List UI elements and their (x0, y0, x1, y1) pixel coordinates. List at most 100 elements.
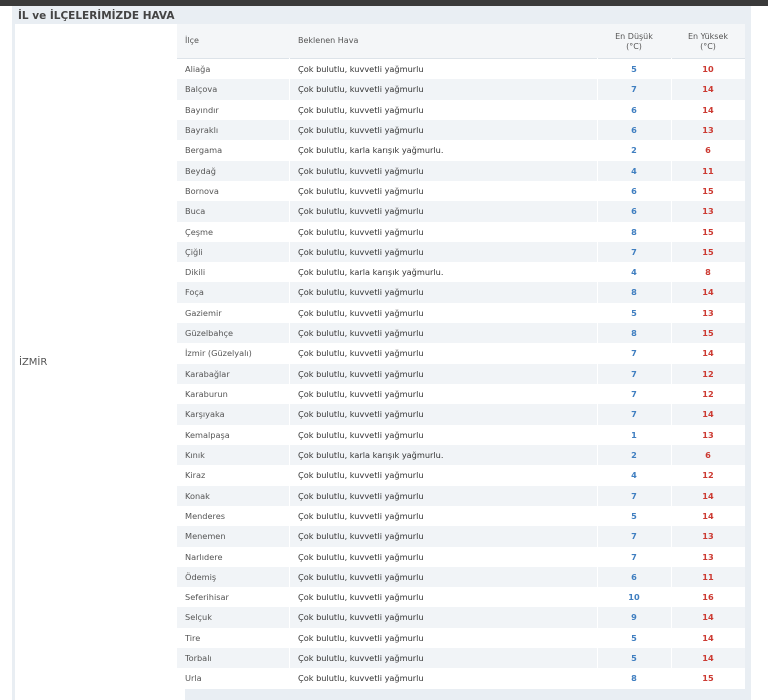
weather-cell: Çok bulutlu, kuvvetli yağmurlu (298, 104, 424, 115)
max-temp-cell: 12 (702, 368, 714, 379)
min-temp-cell: 1 (631, 429, 637, 440)
table-row: Kiraz Çok bulutlu, kuvvetli yağmurlu 4 12 (177, 465, 745, 486)
min-temp-cell: 7 (631, 389, 637, 399)
weather-cell: Çok bulutlu, kuvvetli yağmurlu (298, 632, 424, 643)
min-temp-cell: 2 (631, 449, 637, 460)
district-cell: Bergama (185, 145, 223, 156)
weather-cell: Çok bulutlu, kuvvetli yağmurlu (298, 531, 424, 542)
min-temp-cell: 4 (631, 267, 637, 278)
district-cell: Menderes (185, 510, 226, 521)
table-row: Dikili Çok bulutlu, karla karışık yağmurl… (177, 262, 745, 283)
table-row: Buca Çok bulutlu, kuvvetli yağmurlu 6 13 (177, 201, 745, 222)
min-temp-cell: 5 (631, 307, 637, 318)
table-row: Narlıdere Çok bulutlu, kuvvetli yağmurlu 7… (177, 546, 745, 567)
district-cell: Bayındır (185, 104, 219, 115)
max-temp-cell: 15 (702, 246, 714, 257)
min-temp-cell: 8 (631, 673, 637, 684)
table-row: Kınık Çok bulutlu, karla karışık yağmurlu… (177, 444, 745, 466)
max-temp-cell: 14 (702, 104, 714, 115)
district-cell: Karaburun (185, 389, 228, 399)
weather-cell: Çok bulutlu, kuvvetli yağmurlu (298, 368, 424, 379)
weather-cell: Çok bulutlu, karla karışık yağmurlu. (298, 449, 444, 460)
district-cell: Çiğli (185, 246, 203, 257)
table-row: Kemalpaşa Çok bulutlu, kuvvetli yağmurlu 1… (177, 424, 745, 445)
district-cell: Torbalı (185, 653, 212, 664)
weather-cell: Çok bulutlu, kuvvetli yağmurlu (298, 124, 424, 135)
weather-cell: Çok bulutlu, kuvvetli yağmurlu (298, 470, 424, 481)
district-cell: İzmir (Güzelyalı) (185, 348, 252, 359)
weather-cell: Çok bulutlu, kuvvetli yağmurlu (298, 673, 424, 684)
district-cell: Seferihisar (185, 592, 229, 603)
weather-cell: Çok bulutlu, kuvvetli yağmurlu (298, 510, 424, 521)
district-cell: Balçova (185, 84, 218, 95)
max-temp-cell: 11 (702, 571, 714, 582)
min-temp-cell: 7 (631, 551, 637, 562)
table-row: Menemen Çok bulutlu, kuvvetli yağmurlu 7 13 (177, 526, 745, 547)
max-temp-cell: 11 (702, 165, 714, 176)
header-weather: Beklenen Hava (298, 36, 359, 45)
min-temp-cell: 5 (631, 632, 637, 643)
min-temp-cell: 4 (631, 470, 637, 481)
max-temp-cell: 14 (702, 348, 714, 359)
min-temp-cell: 5 (631, 510, 637, 521)
province-name: İZMİR (19, 357, 48, 368)
max-temp-cell: 14 (702, 84, 714, 95)
weather-cell: Çok bulutlu, kuvvetli yağmurlu (298, 612, 424, 623)
district-cell: Dikili (185, 267, 206, 278)
max-temp-cell: 14 (702, 409, 714, 420)
district-cell: Kiraz (185, 470, 206, 481)
weather-cell: Çok bulutlu, kuvvetli yağmurlu (298, 226, 424, 237)
table-row: Bayraklı Çok bulutlu, kuvvetli yağmurlu 6 1… (177, 119, 745, 141)
district-cell: Aliağa (185, 64, 211, 74)
province-cell: İZMİR (15, 24, 185, 700)
max-temp-cell: 13 (702, 124, 714, 135)
weather-cell: Çok bulutlu, kuvvetli yağmurlu (298, 429, 424, 440)
district-cell: Güzelbahçe (185, 328, 234, 339)
min-temp-cell: 7 (631, 490, 637, 501)
table-row: İzmir (Güzelyalı) Çok bulutlu, kuvvetli y… (177, 343, 745, 364)
district-cell: Konak (185, 490, 210, 501)
min-temp-cell: 6 (631, 185, 637, 196)
weather-cell: Çok bulutlu, kuvvetli yağmurlu (298, 64, 424, 74)
table-body: Aliağa Çok bulutlu, kuvvetli yağmurlu 5 10 B… (177, 59, 745, 689)
district-cell: Ödemiş (185, 571, 217, 582)
max-temp-cell: 10 (702, 64, 714, 74)
min-temp-cell: 8 (631, 328, 637, 339)
column-separator (671, 58, 672, 689)
min-temp-cell: 7 (631, 348, 637, 359)
weather-cell: Çok bulutlu, kuvvetli yağmurlu (298, 551, 424, 562)
max-temp-cell: 15 (702, 185, 714, 196)
table-row: Bergama Çok bulutlu, karla karışık yağmur… (177, 140, 745, 161)
table-row: Foça Çok bulutlu, kuvvetli yağmurlu 8 14 (177, 282, 745, 303)
min-temp-cell: 4 (631, 165, 637, 176)
weather-cell: Çok bulutlu, kuvvetli yağmurlu (298, 185, 424, 196)
min-temp-cell: 5 (631, 64, 637, 74)
min-temp-cell: 6 (631, 124, 637, 135)
max-temp-cell: 14 (702, 612, 714, 623)
table-row: Güzelbahçe Çok bulutlu, kuvvetli yağmurlu… (177, 323, 745, 344)
header-min-unit: (°C) (626, 42, 642, 51)
section-title: İL ve İLÇELERİMİZDE HAVA (18, 10, 175, 22)
table-row: Karabağlar Çok bulutlu, kuvvetli yağmurlu… (177, 363, 745, 384)
header-min-temp: En Düşük (°C) (599, 32, 669, 52)
max-temp-cell: 14 (702, 490, 714, 501)
weather-cell: Çok bulutlu, kuvvetli yağmurlu (298, 653, 424, 664)
district-cell: Tire (185, 632, 201, 643)
weather-cell: Çok bulutlu, kuvvetli yağmurlu (298, 165, 424, 176)
max-temp-cell: 14 (702, 287, 714, 298)
max-temp-cell: 14 (702, 632, 714, 643)
table-row: Bornova Çok bulutlu, kuvvetli yağmurlu 6 15 (177, 180, 745, 202)
weather-section: İL ve İLÇELERİMİZDE HAVA İZMİR İlçe Bekl… (12, 6, 751, 700)
table-row: Beydağ Çok bulutlu, kuvvetli yağmurlu 4 11 (177, 160, 745, 181)
district-cell: Kemalpaşa (185, 429, 230, 440)
table-row: Balçova Çok bulutlu, kuvvetli yağmurlu 7 14 (177, 79, 745, 100)
district-cell: Bayraklı (185, 124, 219, 135)
table-header: İlçe Beklenen Hava En Düşük (°C) En Yükse… (177, 24, 745, 59)
weather-cell: Çok bulutlu, karla karışık yağmurlu. (298, 267, 444, 278)
max-temp-cell: 13 (702, 551, 714, 562)
min-temp-cell: 2 (631, 145, 637, 156)
weather-cell: Çok bulutlu, kuvvetli yağmurlu (298, 389, 424, 399)
min-temp-cell: 10 (628, 592, 640, 603)
header-max-temp: En Yüksek (°C) (673, 32, 743, 52)
weather-cell: Çok bulutlu, kuvvetli yağmurlu (298, 287, 424, 298)
